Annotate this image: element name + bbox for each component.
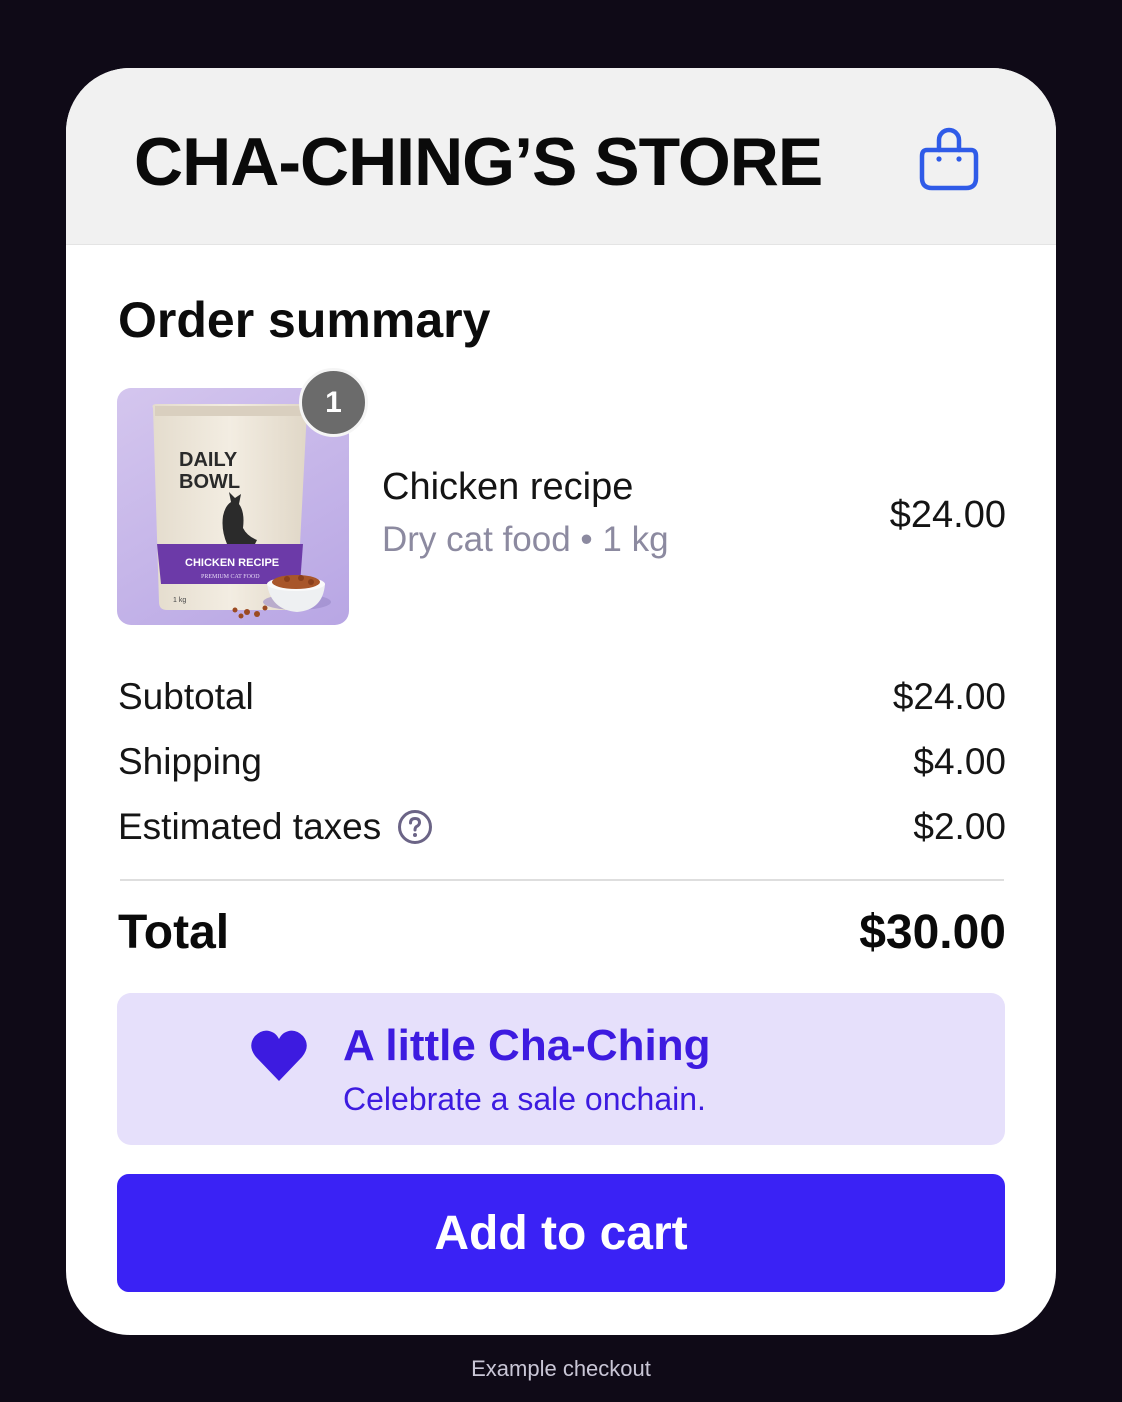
divider (120, 879, 1004, 881)
footer-caption: Example checkout (471, 1356, 651, 1381)
promo-title: A little Cha-Ching (343, 1021, 711, 1070)
package-brand-line1: DAILY (179, 449, 238, 471)
package-weight: 1 kg (173, 597, 186, 604)
package-brand-line2: BOWL (179, 471, 240, 493)
promo-subtitle: Celebrate a sale onchain. (343, 1081, 706, 1117)
package-band-text: CHICKEN RECIPE (185, 557, 279, 569)
product-name: Chicken recipe (382, 466, 634, 508)
order-summary-title: Order summary (118, 292, 491, 348)
checkout-card: CHA-CHING’S STORE Order summary DAILY BO… (66, 68, 1056, 1335)
total-label: Total (118, 906, 230, 959)
taxes-label-group: Estimated taxes (118, 802, 433, 852)
add-to-cart-button[interactable]: Add to cart (117, 1174, 1005, 1292)
package-band-subtext: PREMIUM CAT FOOD (201, 574, 260, 580)
total-value: $30.00 (859, 906, 1006, 959)
shopping-bag-icon[interactable] (918, 126, 980, 194)
taxes-value: $2.00 (913, 806, 1006, 847)
heart-icon (249, 1027, 309, 1085)
product-price: $24.00 (889, 494, 1006, 536)
subtotal-row: Subtotal $24.00 (118, 672, 1006, 722)
help-icon[interactable] (397, 809, 433, 845)
store-title: CHA-CHING’S STORE (134, 124, 823, 200)
store-header: CHA-CHING’S STORE (66, 68, 1056, 245)
product-meta: Dry cat food • 1 kg (382, 520, 669, 559)
subtotal-value: $24.00 (892, 676, 1006, 717)
quantity-badge: 1 (299, 368, 368, 437)
taxes-label: Estimated taxes (118, 806, 382, 847)
shipping-label: Shipping (118, 741, 263, 782)
taxes-row: Estimated taxes $2.00 (118, 802, 1006, 852)
shipping-row: Shipping $4.00 (118, 737, 1006, 787)
shipping-value: $4.00 (913, 741, 1006, 782)
promo-banner[interactable]: A little Cha-Ching Celebrate a sale onch… (117, 993, 1005, 1145)
subtotal-label: Subtotal (118, 676, 254, 717)
